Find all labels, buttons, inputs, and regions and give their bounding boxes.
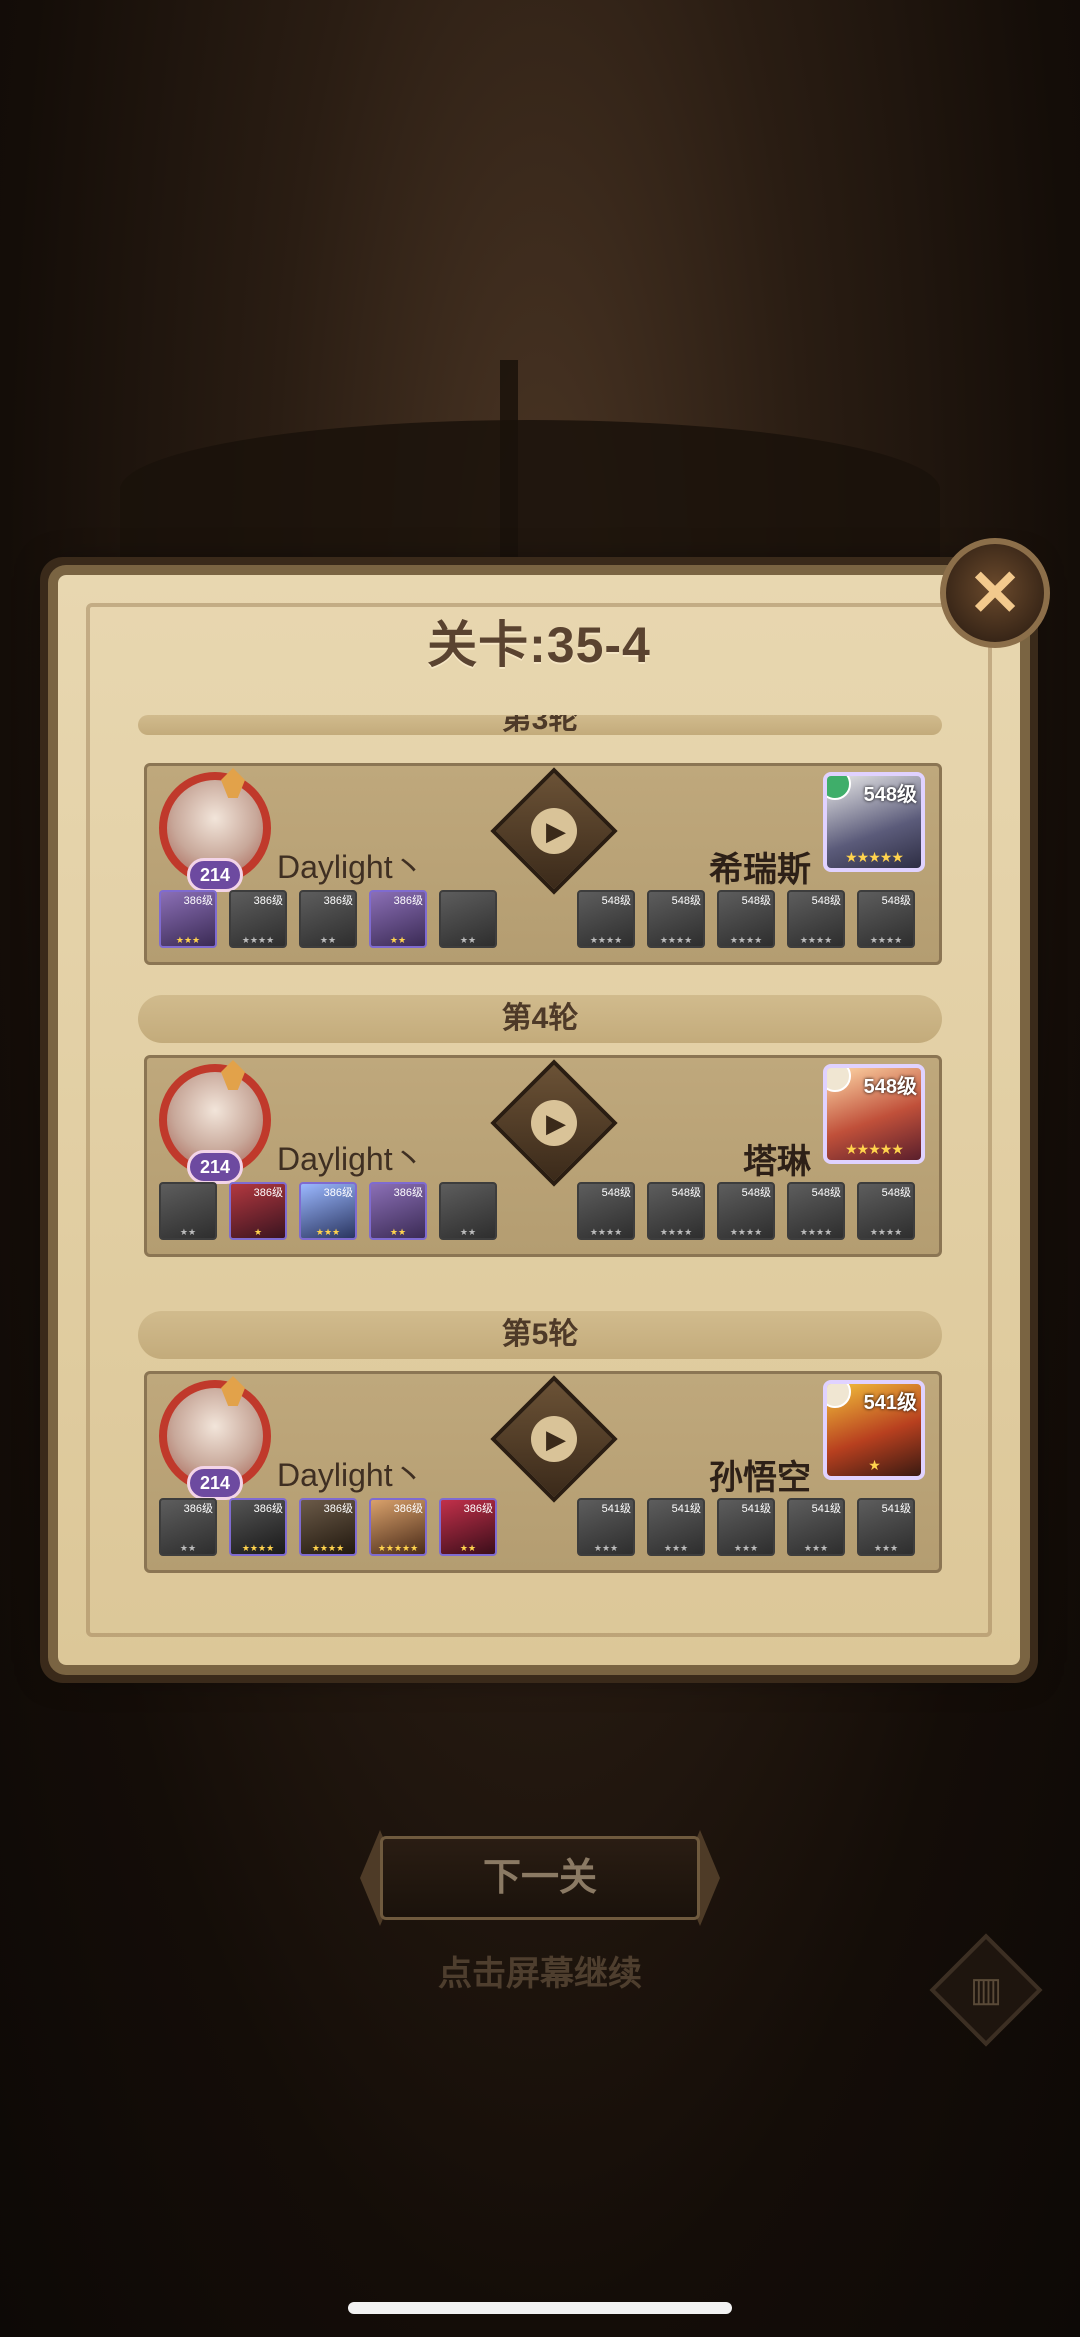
hero-icon[interactable]: 386级 ★★ <box>299 890 357 948</box>
enemy-hero-icon[interactable]: 541级 ★★★ <box>857 1498 915 1556</box>
hero-icon[interactable]: 386级 ★★ <box>369 890 427 948</box>
crest-icon <box>221 1060 245 1090</box>
enemy-hero-icon[interactable]: 548级 ★★★★ <box>647 890 705 948</box>
player-level-badge: 214 <box>187 858 243 892</box>
page-title: 关卡:35-4 <box>427 617 651 673</box>
faction-icon <box>827 1068 851 1092</box>
replay-button[interactable]: ▶ <box>490 1375 618 1503</box>
enemy-team: 548级 ★★★★ 548级 ★★★★ 548级 ★★★★ 548级 ★★★★ 548级… <box>577 890 927 950</box>
enemy-hero-icon[interactable]: 548级 ★★★★ <box>577 890 635 948</box>
hero-icon[interactable]: 386级 ★★ <box>369 1182 427 1240</box>
player-level-badge: 214 <box>187 1150 243 1184</box>
player-team: ★★ 386级 ★ 386级 ★★★ 386级 ★★ ★★ <box>159 1182 499 1242</box>
replay-button[interactable]: ▶ <box>490 1059 618 1187</box>
enemy-hero-icon[interactable]: 541级 ★★★ <box>647 1498 705 1556</box>
hero-icon[interactable]: ★★ <box>159 1182 217 1240</box>
enemy-hero-icon[interactable]: 541级 ★★★ <box>717 1498 775 1556</box>
player-team: 386级 ★★★ 386级 ★★★★ 386级 ★★ 386级 ★★ ★★ <box>159 890 499 950</box>
crest-icon <box>221 768 245 798</box>
round-card-5: 214 Daylight丶 ▶ 孙悟空 541级 ★ 386级 ★★ 386级 ★★… <box>144 1371 942 1573</box>
player-name: Daylight丶 <box>277 849 425 885</box>
hero-icon[interactable]: 386级 ★★★★ <box>299 1498 357 1556</box>
boss-portrait[interactable]: 548级 ★★★★★ <box>823 772 925 872</box>
play-icon: ▶ <box>531 1416 577 1462</box>
close-icon: ✕ <box>968 557 1022 629</box>
home-indicator[interactable] <box>348 2302 732 2314</box>
player-name: Daylight丶 <box>277 1457 425 1493</box>
boss-level: 548级 <box>863 784 917 806</box>
enemy-hero-icon[interactable]: 548级 ★★★★ <box>787 890 845 948</box>
player-name: Daylight丶 <box>277 1141 425 1177</box>
replay-button[interactable]: ▶ <box>490 767 618 895</box>
round-header-4: 第4轮 <box>138 995 942 1043</box>
play-icon: ▶ <box>531 808 577 854</box>
boss-name: 塔琳 <box>743 1143 811 1181</box>
hero-icon[interactable]: 386级 ★★★★ <box>229 1498 287 1556</box>
boss-portrait[interactable]: 548级 ★★★★★ <box>823 1064 925 1164</box>
hero-icon[interactable]: ★★ <box>439 890 497 948</box>
enemy-hero-icon[interactable]: 541级 ★★★ <box>577 1498 635 1556</box>
tap-to-continue-hint: 点击屏幕继续 <box>438 1955 642 1993</box>
background-silhouette <box>120 420 940 560</box>
boss-level: 541级 <box>863 1392 917 1414</box>
close-button[interactable]: ✕ <box>940 538 1050 648</box>
enemy-team: 541级 ★★★ 541级 ★★★ 541级 ★★★ 541级 ★★★ 541级 ★★★ <box>577 1498 927 1558</box>
hero-icon[interactable]: 386级 ★ <box>229 1182 287 1240</box>
hero-icon[interactable]: 386级 ★★★★★ <box>369 1498 427 1556</box>
round-card-4: 214 Daylight丶 ▶ 塔琳 548级 ★★★★★ ★★ 386级 ★ 3… <box>144 1055 942 1257</box>
round-header-5: 第5轮 <box>138 1311 942 1359</box>
boss-stars: ★★★★★ <box>845 1141 904 1157</box>
enemy-team: 548级 ★★★★ 548级 ★★★★ 548级 ★★★★ 548级 ★★★★ 548级… <box>577 1182 927 1242</box>
enemy-hero-icon[interactable]: 548级 ★★★★ <box>857 890 915 948</box>
hero-icon[interactable]: ★★ <box>439 1182 497 1240</box>
play-icon: ▶ <box>531 1100 577 1146</box>
enemy-hero-icon[interactable]: 548级 ★★★★ <box>647 1182 705 1240</box>
enemy-hero-icon[interactable]: 548级 ★★★★ <box>717 890 775 948</box>
boss-portrait[interactable]: 541级 ★ <box>823 1380 925 1480</box>
faction-icon <box>827 1384 851 1408</box>
hero-icon[interactable]: 386级 ★★★ <box>159 890 217 948</box>
player-team: 386级 ★★ 386级 ★★★★ 386级 ★★★★ 386级 ★★★★★ 386级 ★… <box>159 1498 499 1558</box>
boss-stars: ★★★★★ <box>845 849 904 865</box>
hero-icon[interactable]: 386级 ★★★ <box>299 1182 357 1240</box>
enemy-hero-icon[interactable]: 541级 ★★★ <box>787 1498 845 1556</box>
enemy-hero-icon[interactable]: 548级 ★★★★ <box>857 1182 915 1240</box>
stats-icon: ▥ <box>969 1971 1003 2009</box>
crest-icon <box>221 1376 245 1406</box>
hero-icon[interactable]: 386级 ★★ <box>439 1498 497 1556</box>
player-level-badge: 214 <box>187 1466 243 1500</box>
enemy-hero-icon[interactable]: 548级 ★★★★ <box>577 1182 635 1240</box>
round-card-3: 214 Daylight丶 ▶ 希瑞斯 548级 ★★★★★ 386级 ★★★ 3… <box>144 763 942 965</box>
boss-stars: ★ <box>868 1457 881 1473</box>
hero-icon[interactable]: 386级 ★★★★ <box>229 890 287 948</box>
next-stage-button[interactable]: 下一关 <box>380 1836 700 1920</box>
boss-name: 孙悟空 <box>709 1459 811 1497</box>
background-banner <box>500 360 518 570</box>
boss-level: 548级 <box>863 1076 917 1098</box>
enemy-hero-icon[interactable]: 548级 ★★★★ <box>717 1182 775 1240</box>
enemy-hero-icon[interactable]: 548级 ★★★★ <box>787 1182 845 1240</box>
round-header-3: 第3轮 <box>138 715 942 735</box>
boss-name: 希瑞斯 <box>709 851 811 889</box>
battle-record-panel: 关卡:35-4 第3轮 214 Daylight丶 ▶ 希瑞斯 548级 ★★★… <box>58 575 1020 1665</box>
hero-icon[interactable]: 386级 ★★ <box>159 1498 217 1556</box>
faction-icon <box>827 776 851 800</box>
